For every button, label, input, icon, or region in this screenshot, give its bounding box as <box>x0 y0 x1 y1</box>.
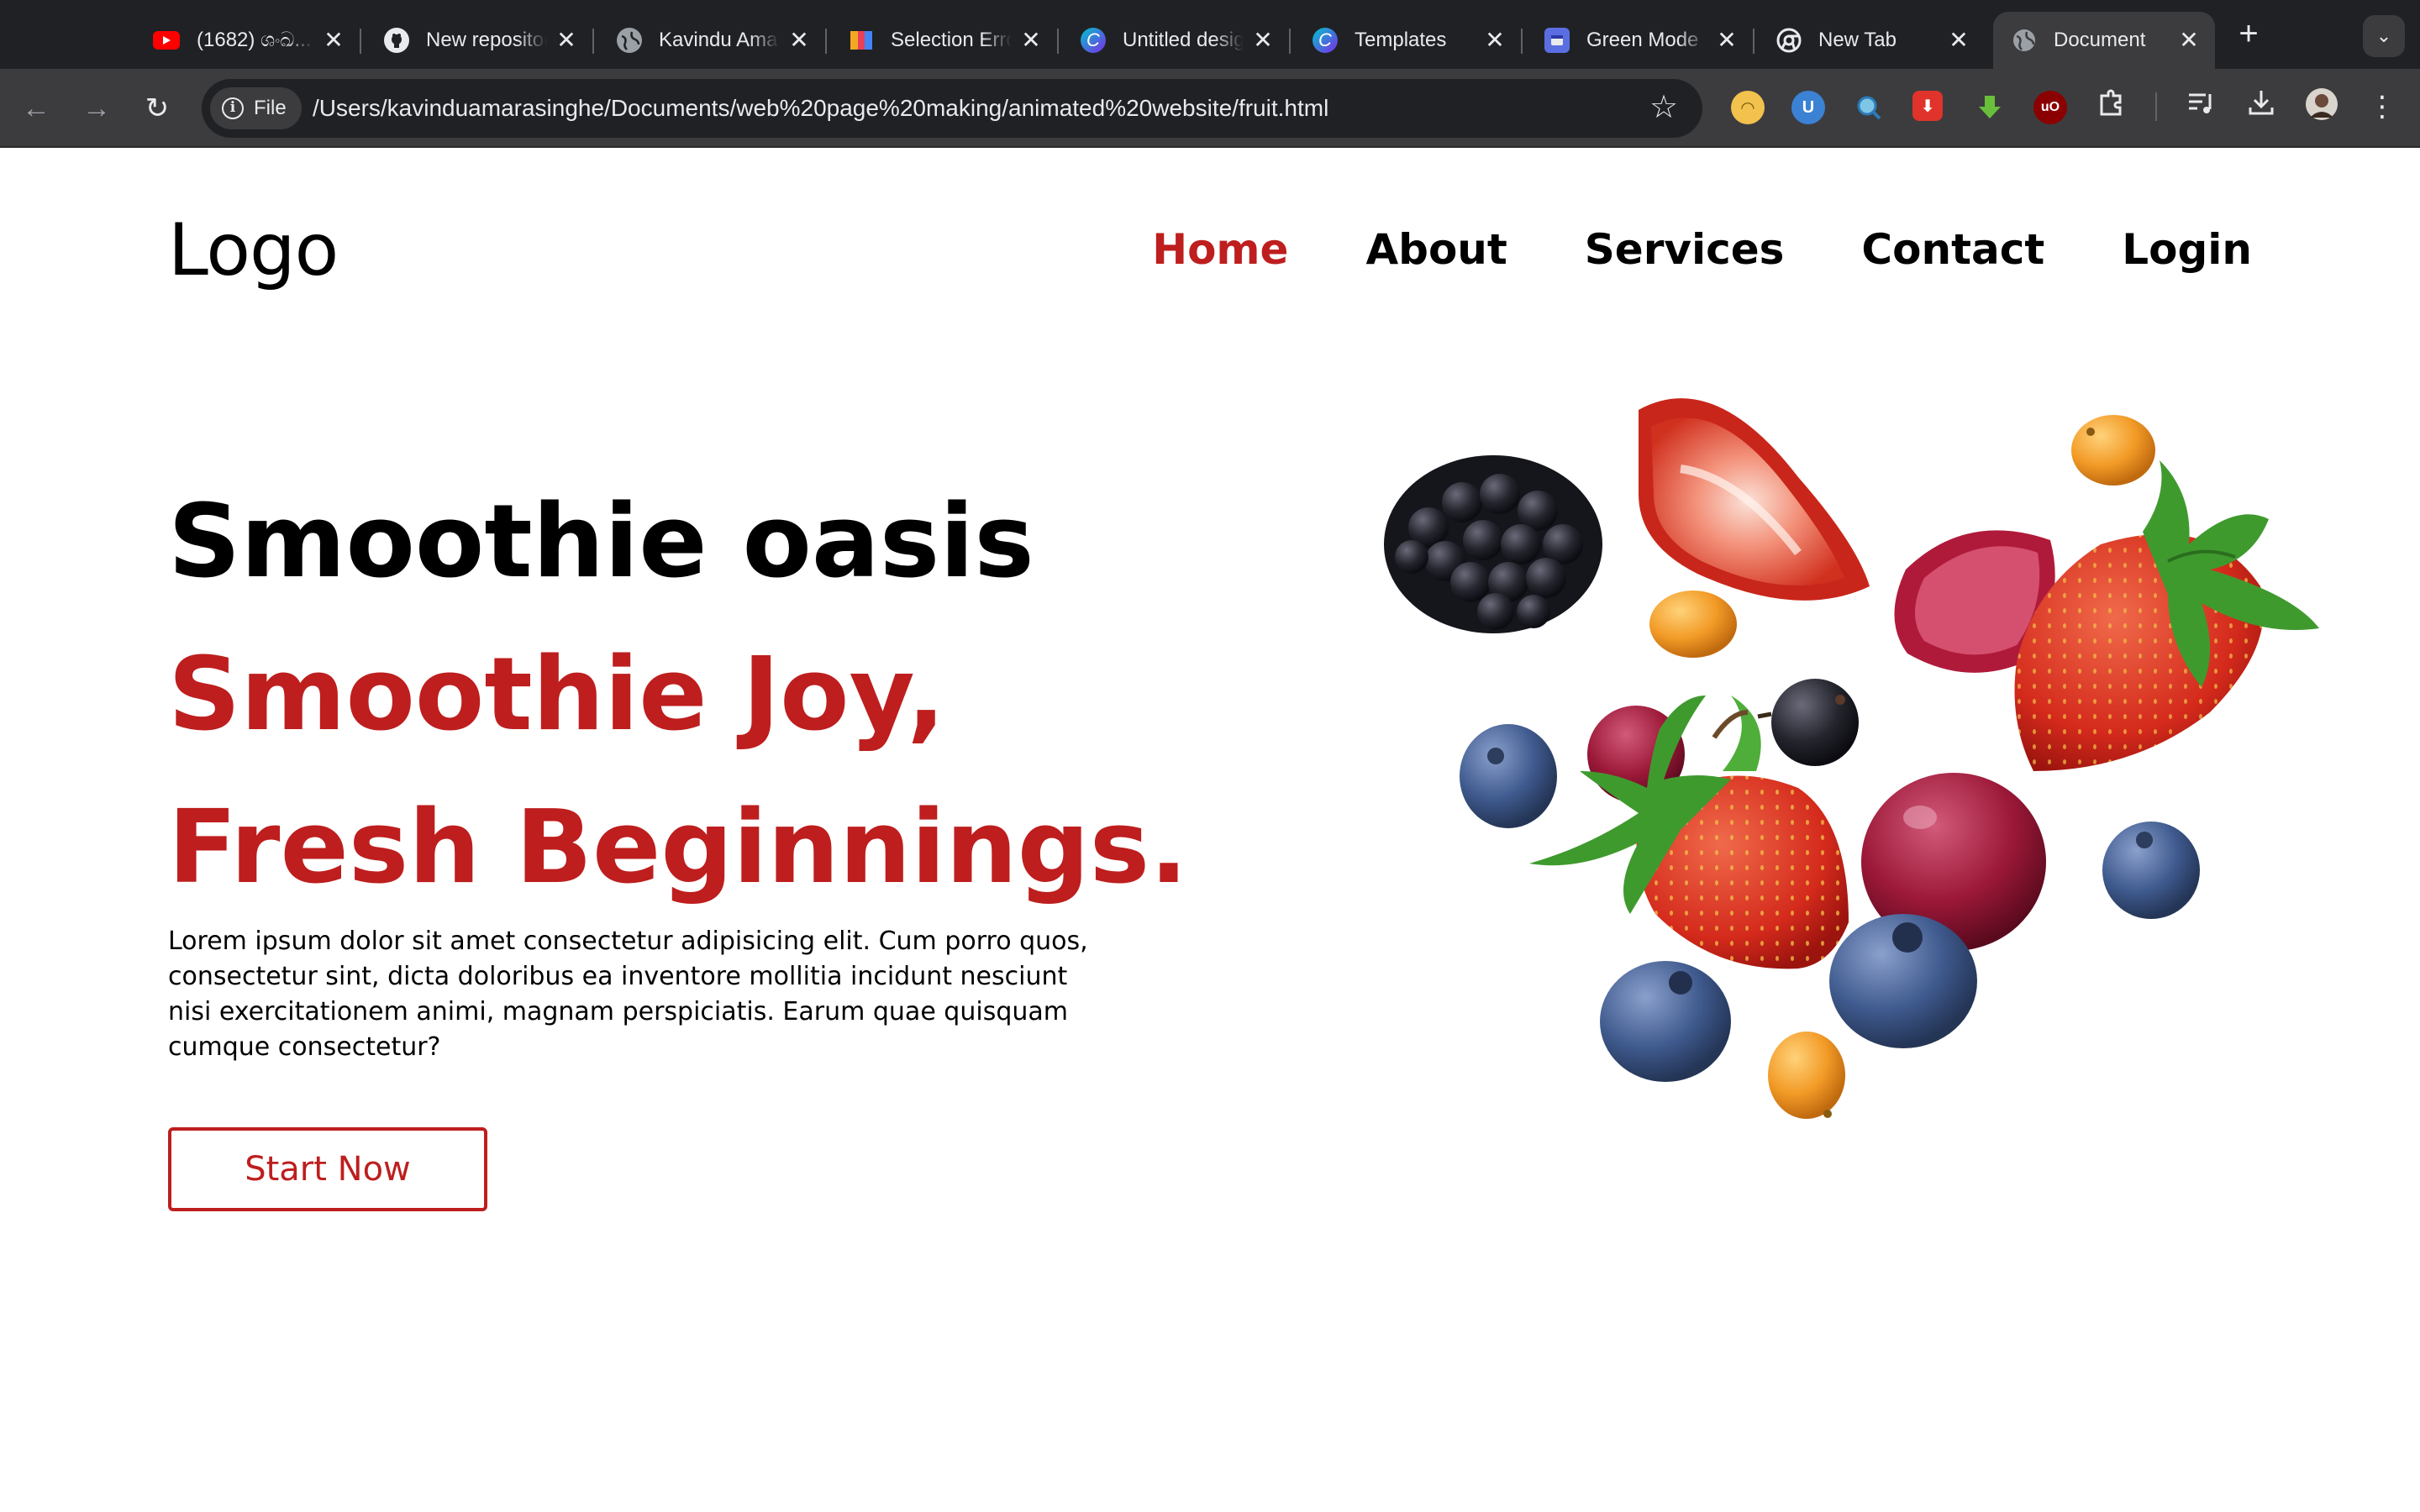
nav-link-about[interactable]: About <box>1365 225 1507 274</box>
bookmark-star-icon[interactable]: ☆ <box>1647 91 1681 124</box>
tab-selection-error[interactable]: Selection Error ✕ <box>830 12 1059 69</box>
tab-title: Selection Error <box>891 29 1012 51</box>
sea-buckthorn-berry <box>1649 591 1737 658</box>
tab-close-icon[interactable]: ✕ <box>786 28 812 53</box>
tab-title: New Tab <box>1818 29 1897 51</box>
tab-title: Untitled design <box>1123 29 1244 51</box>
strawberry-fruit <box>2014 460 2319 771</box>
hero-tagline-line-2: Fresh Beginnings. <box>168 790 1188 906</box>
hero-title: Smoothie oasis <box>168 484 1034 601</box>
blueberry-fruit <box>1600 961 1731 1082</box>
selection-icon <box>849 28 874 53</box>
chip-label: File <box>254 97 287 119</box>
tab-close-icon[interactable]: ✕ <box>2176 28 2202 53</box>
browser-tab-strip: (1682) ශංඛ... ✕ New repository ✕ Kavindu… <box>0 0 2420 69</box>
tab-close-icon[interactable]: ✕ <box>554 28 579 53</box>
tab-close-icon[interactable]: ✕ <box>1250 28 1276 53</box>
blackberry-fruit <box>1384 455 1602 633</box>
tab-github[interactable]: New repository ✕ <box>366 12 594 69</box>
tab-new-tab[interactable]: New Tab ✕ <box>1758 12 1985 69</box>
tab-close-icon[interactable]: ✕ <box>1946 28 1971 53</box>
media-controls-icon[interactable] <box>2181 87 2220 126</box>
back-button[interactable]: ← <box>15 87 57 129</box>
nav-link-login[interactable]: Login <box>2122 225 2252 274</box>
tab-close-icon[interactable]: ✕ <box>1714 28 1739 53</box>
browser-menu-icon[interactable]: ⋮ <box>2363 87 2402 126</box>
forward-button[interactable]: → <box>76 87 118 129</box>
smiley-extension-icon[interactable]: ◠ <box>1731 91 1765 124</box>
site-info-chip[interactable]: i File <box>210 87 302 129</box>
tab-title: Templates <box>1355 29 1447 51</box>
nav-link-contact[interactable]: Contact <box>1861 225 2044 274</box>
tab-close-icon[interactable]: ✕ <box>1482 28 1507 53</box>
github-icon <box>384 28 409 53</box>
strawberry-half-fruit <box>1639 398 1870 601</box>
magnifier-extension-icon[interactable] <box>1852 91 1886 124</box>
tab-title: New repository <box>426 29 547 51</box>
info-icon: i <box>222 97 244 119</box>
url-text[interactable]: /Users/kavinduamarasinghe/Documents/web%… <box>313 79 1328 138</box>
tab-separator <box>1057 29 1059 54</box>
tab-separator <box>592 29 594 54</box>
web-page: Logo Home About Services Contact Login S… <box>0 150 2420 1512</box>
sea-buckthorn-berry <box>2071 415 2155 486</box>
tab-separator <box>1753 29 1754 54</box>
tab-untitled-design[interactable]: C Untitled design ✕ <box>1062 12 1291 69</box>
tab-green-mode[interactable]: Green Mode ✕ <box>1526 12 1754 69</box>
downloads-icon[interactable] <box>2242 87 2281 126</box>
u-extension-icon[interactable]: U <box>1791 91 1825 124</box>
canva-icon: C <box>1313 28 1338 53</box>
sea-buckthorn-berry <box>1768 1032 1845 1119</box>
blueberry-fruit <box>1460 724 1557 828</box>
youtube-icon <box>153 31 180 50</box>
floating-berries-image <box>1384 398 2319 1119</box>
blueberry-fruit <box>1829 914 1977 1048</box>
site-logo[interactable]: Logo <box>168 208 339 292</box>
nav-link-services[interactable]: Services <box>1585 225 1785 274</box>
nav-link-home[interactable]: Home <box>1152 225 1288 274</box>
start-now-button[interactable]: Start Now <box>168 1127 487 1211</box>
tab-separator <box>1521 29 1523 54</box>
tab-templates[interactable]: C Templates ✕ <box>1294 12 1523 69</box>
tab-search-button[interactable]: ⌄ <box>2363 15 2405 57</box>
new-tab-button[interactable]: + <box>2230 17 2267 54</box>
tab-separator <box>360 29 361 54</box>
reload-button[interactable]: ↻ <box>136 87 178 129</box>
tab-title: Kavindu Amarasinghe <box>659 29 780 51</box>
site-nav: Home About Services Contact Login <box>1075 225 2252 274</box>
tab-youtube[interactable]: (1682) ශංඛ... ✕ <box>134 12 361 69</box>
tab-kavindu[interactable]: Kavindu Amarasinghe ✕ <box>598 12 827 69</box>
tab-title: (1682) ශංඛ... <box>197 29 312 51</box>
tab-separator <box>825 29 827 54</box>
tab-document[interactable]: Document ✕ <box>1993 12 2215 69</box>
ublock-extension-icon[interactable]: uO <box>2033 91 2067 124</box>
globe-icon <box>617 28 642 53</box>
tab-close-icon[interactable]: ✕ <box>1018 28 1044 53</box>
toolbar-divider <box>2155 92 2157 121</box>
globe-icon <box>2012 28 2037 53</box>
download-red-extension-icon[interactable]: ⬇ <box>1912 91 1943 121</box>
address-bar[interactable]: i File /Users/kavinduamarasinghe/Documen… <box>202 79 1702 138</box>
profile-avatar[interactable] <box>2302 87 2341 126</box>
tab-separator <box>1289 29 1291 54</box>
app-icon <box>1544 28 1570 53</box>
blueberry-fruit <box>2102 822 2200 919</box>
tab-close-icon[interactable]: ✕ <box>321 28 346 53</box>
download-green-extension-icon[interactable] <box>1973 91 2007 124</box>
tab-title: Document <box>2054 29 2146 51</box>
canva-icon: C <box>1081 28 1106 53</box>
extensions-puzzle-icon[interactable] <box>2092 87 2131 126</box>
hero-tagline-line-1: Smoothie Joy, <box>168 637 946 753</box>
tab-title: Green Mode <box>1586 29 1699 51</box>
chrome-icon <box>1776 28 1802 53</box>
hero-description: Lorem ipsum dolor sit amet consectetur a… <box>168 927 1088 1062</box>
blackcurrant-berry <box>1757 679 1859 766</box>
